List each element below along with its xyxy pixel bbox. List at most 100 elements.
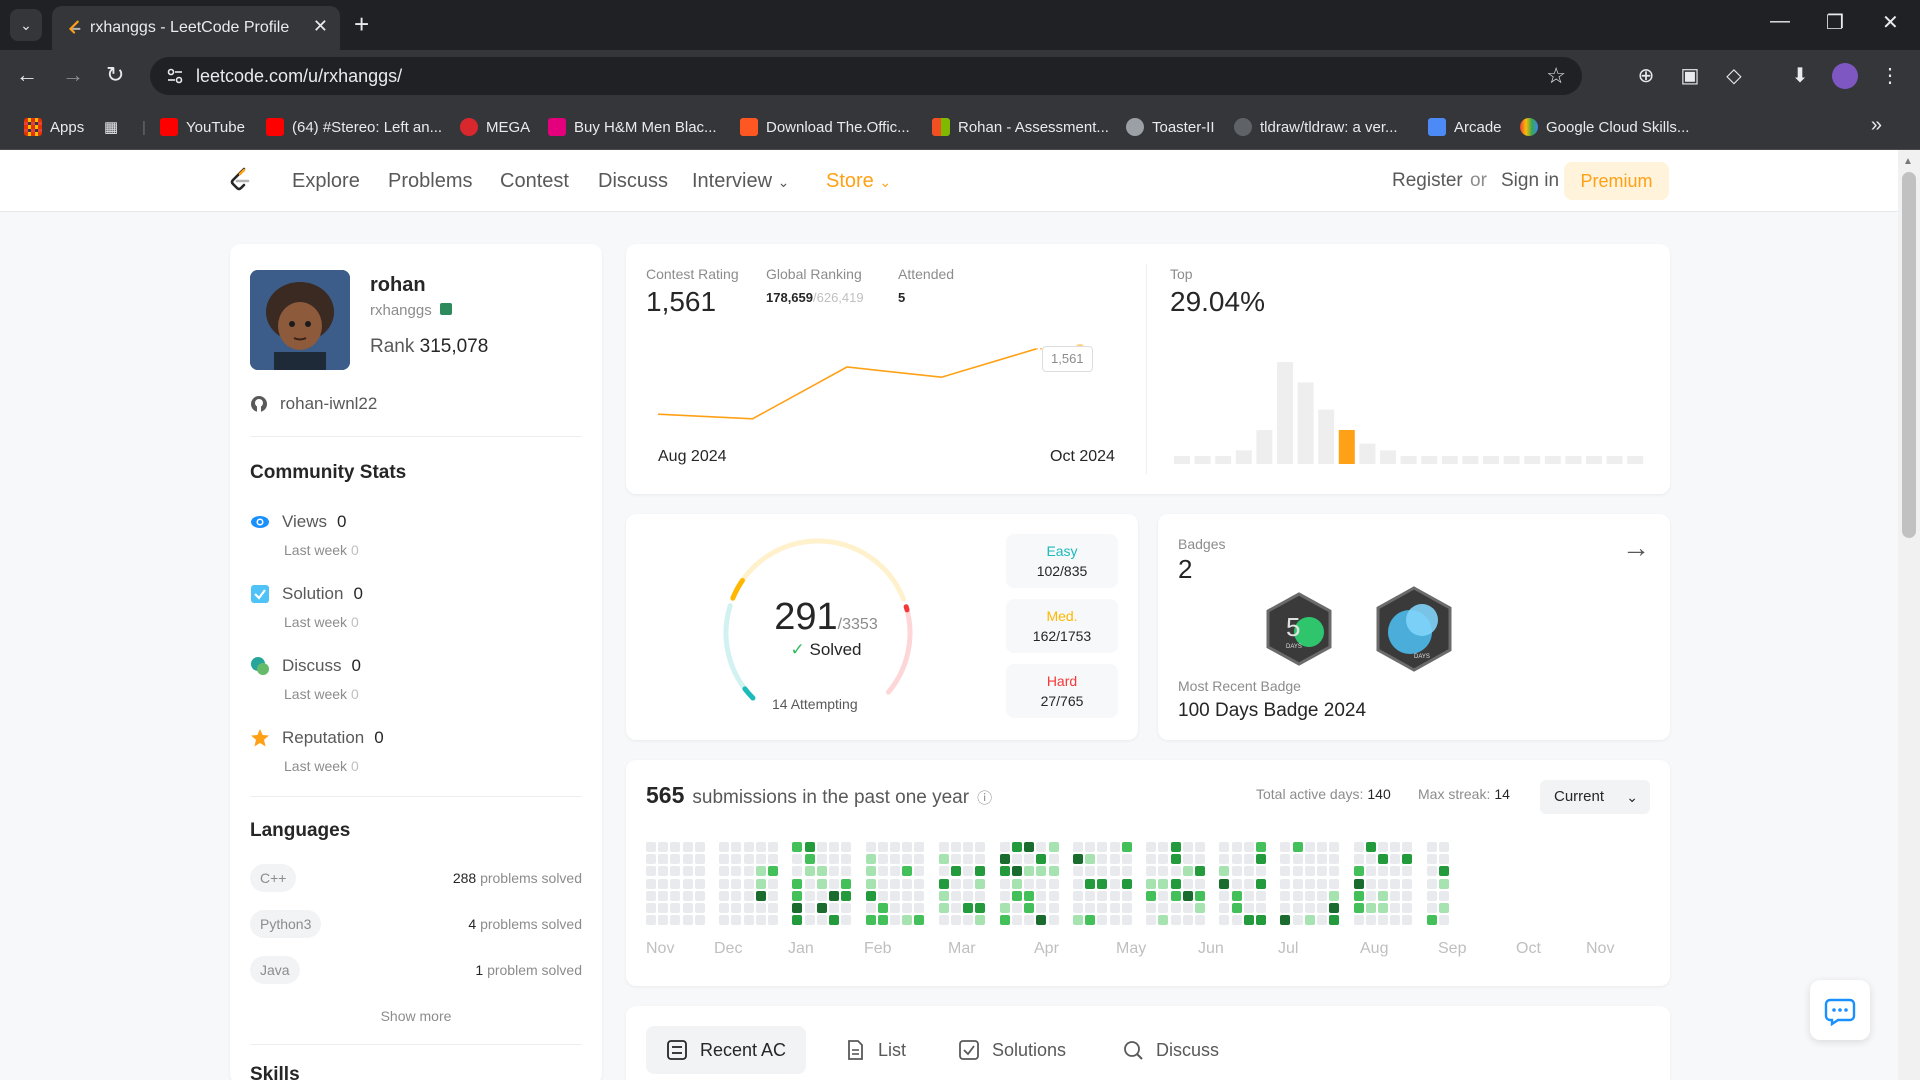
lang-count-value: 288 xyxy=(452,870,477,886)
omnibox[interactable]: leetcode.com/u/rxhanggs/ ☆ xyxy=(150,57,1582,95)
bookmark-separator: | xyxy=(142,118,146,136)
new-tab-icon[interactable]: + xyxy=(354,10,369,38)
divider xyxy=(1146,264,1147,474)
bookmark-download-office[interactable]: Download The.Offic... xyxy=(740,116,910,138)
bookmark-mega[interactable]: MEGA xyxy=(460,116,530,138)
scroll-thumb[interactable] xyxy=(1902,172,1916,538)
badge-100-days[interactable]: DAYS xyxy=(1374,586,1454,672)
chat-button[interactable] xyxy=(1810,980,1870,1040)
bookmark-star-icon[interactable]: ☆ xyxy=(1546,63,1566,89)
microsoft-icon xyxy=(932,118,950,136)
tab-recent-ac[interactable]: Recent AC xyxy=(646,1026,807,1074)
forward-icon[interactable]: → xyxy=(62,62,84,88)
scroll-up-icon[interactable]: ▲ xyxy=(1903,156,1913,167)
tab-label: Solutions xyxy=(992,1039,1067,1060)
star-icon xyxy=(251,729,269,747)
month-label: Mar xyxy=(948,940,976,957)
badge-text: DAYS xyxy=(1286,644,1302,650)
bookmark-stereo[interactable]: (64) #Stereo: Left an... xyxy=(266,116,442,138)
badge-50-days[interactable]: 5 DAYS xyxy=(1264,592,1334,666)
distribution-bar xyxy=(1297,382,1314,464)
extension-plus-icon[interactable]: ⊕ xyxy=(1632,62,1660,90)
distribution-bar xyxy=(1359,443,1376,464)
bookmarks-overflow-icon[interactable]: » xyxy=(1871,114,1882,137)
rating-distribution-chart xyxy=(1174,362,1644,464)
globe-icon xyxy=(1126,118,1144,136)
nav-store[interactable]: Store ⌄ xyxy=(826,170,891,193)
tab-close-icon[interactable]: ✕ xyxy=(313,16,328,37)
last-week-label: Last week xyxy=(284,758,348,774)
extensions-puzzle-icon[interactable]: ◇ xyxy=(1720,62,1748,90)
tab-solutions[interactable]: Solutions xyxy=(958,1026,1066,1074)
bookmark-hm[interactable]: Buy H&M Men Blac... xyxy=(548,116,717,138)
distribution-bar xyxy=(1235,450,1252,464)
profile-avatar-icon[interactable] xyxy=(1832,63,1858,89)
distribution-bar xyxy=(1586,456,1602,464)
browser-tab-active[interactable]: rxhanggs - LeetCode Profile ✕ xyxy=(52,6,340,50)
nav-contest[interactable]: Contest xyxy=(500,170,569,193)
bookmark-apps[interactable]: Apps xyxy=(24,116,84,138)
profile-username: rxhanggs xyxy=(370,302,452,319)
bookmark-label: Buy H&M Men Blac... xyxy=(574,118,717,136)
month-label: May xyxy=(1116,940,1147,957)
arrow-right-icon[interactable]: → xyxy=(1622,532,1650,564)
rating-line-chart xyxy=(657,343,1085,420)
nav-problems[interactable]: Problems xyxy=(388,170,472,193)
tab-groups-icon[interactable]: ▦ xyxy=(104,116,118,138)
arcade-icon xyxy=(1428,118,1446,136)
tab-list[interactable]: List xyxy=(844,1026,906,1074)
month-label: Jun xyxy=(1198,940,1224,957)
bookmark-youtube[interactable]: YouTube xyxy=(160,116,245,138)
browser-tabbar: ⌄ rxhanggs - LeetCode Profile ✕ + — ❐ ✕ xyxy=(0,0,1920,50)
page-scrollbar[interactable]: ▲ xyxy=(1898,150,1920,1080)
bookmark-rohan-assessment[interactable]: Rohan - Assessment... xyxy=(932,116,1109,138)
check-square-icon xyxy=(959,1040,979,1060)
github-link[interactable]: rohan-iwnl22 xyxy=(250,394,377,414)
bookmark-google-cloud[interactable]: Google Cloud Skills... xyxy=(1520,116,1689,138)
username-text: rxhanggs xyxy=(370,302,432,319)
solved-total: /3353 xyxy=(837,616,878,633)
stat-value: 0 xyxy=(337,512,347,531)
month-label: Jul xyxy=(1278,940,1299,957)
register-link[interactable]: Register xyxy=(1392,170,1463,192)
menu-kebab-icon[interactable]: ⋮ xyxy=(1876,62,1904,90)
tab-discuss[interactable]: Discuss xyxy=(1122,1026,1219,1074)
bookmark-tldraw[interactable]: tldraw/tldraw: a ver... xyxy=(1234,116,1398,138)
bookmark-arcade[interactable]: Arcade xyxy=(1428,116,1502,138)
premium-button[interactable]: Premium xyxy=(1564,162,1669,200)
lang-count-value: 4 xyxy=(468,916,477,932)
minimize-icon[interactable]: — xyxy=(1770,10,1790,33)
google-cloud-icon xyxy=(1520,118,1538,136)
address-bar: ← → ↻ leetcode.com/u/rxhanggs/ ☆ ⊕ ▣ ◇ ⬇… xyxy=(0,50,1920,102)
nav-interview[interactable]: Interview ⌄ xyxy=(692,170,789,193)
rank-value: 315,078 xyxy=(419,336,489,357)
bookmark-toaster[interactable]: Toaster-II xyxy=(1126,116,1215,138)
top-value: 29.04% xyxy=(1170,286,1265,317)
extension-icon[interactable]: ▣ xyxy=(1676,62,1704,90)
show-more-languages[interactable]: Show more xyxy=(230,1008,602,1024)
checkbox-icon xyxy=(251,585,269,603)
restore-icon[interactable]: ❐ xyxy=(1826,10,1844,35)
tab-search-button[interactable]: ⌄ xyxy=(10,9,42,41)
download-icon[interactable]: ⬇ xyxy=(1786,62,1814,90)
distribution-bar xyxy=(1483,456,1499,464)
tab-label: List xyxy=(878,1039,907,1060)
attended-value: 5 xyxy=(898,290,905,305)
reload-icon[interactable]: ↻ xyxy=(106,62,124,88)
lang-pill-python: Python3 xyxy=(250,910,322,938)
window-close-icon[interactable]: ✕ xyxy=(1882,10,1899,35)
myntra-icon xyxy=(548,118,566,136)
nav-discuss[interactable]: Discuss xyxy=(598,170,668,193)
back-icon[interactable]: ← xyxy=(16,62,38,88)
signin-link[interactable]: Sign in xyxy=(1501,170,1559,192)
apps-grid-icon xyxy=(24,118,42,136)
last-week-label: Last week xyxy=(284,686,348,702)
distribution-bar xyxy=(1503,456,1520,464)
nav-explore[interactable]: Explore xyxy=(292,170,360,193)
tab-label: Discuss xyxy=(1156,1039,1220,1060)
month-label: Nov xyxy=(646,940,675,957)
site-settings-icon[interactable] xyxy=(166,67,184,85)
rating-tooltip: 1,561 xyxy=(1042,346,1093,372)
leetcode-logo-icon[interactable] xyxy=(226,166,256,196)
stat-label: Discuss xyxy=(282,656,342,675)
